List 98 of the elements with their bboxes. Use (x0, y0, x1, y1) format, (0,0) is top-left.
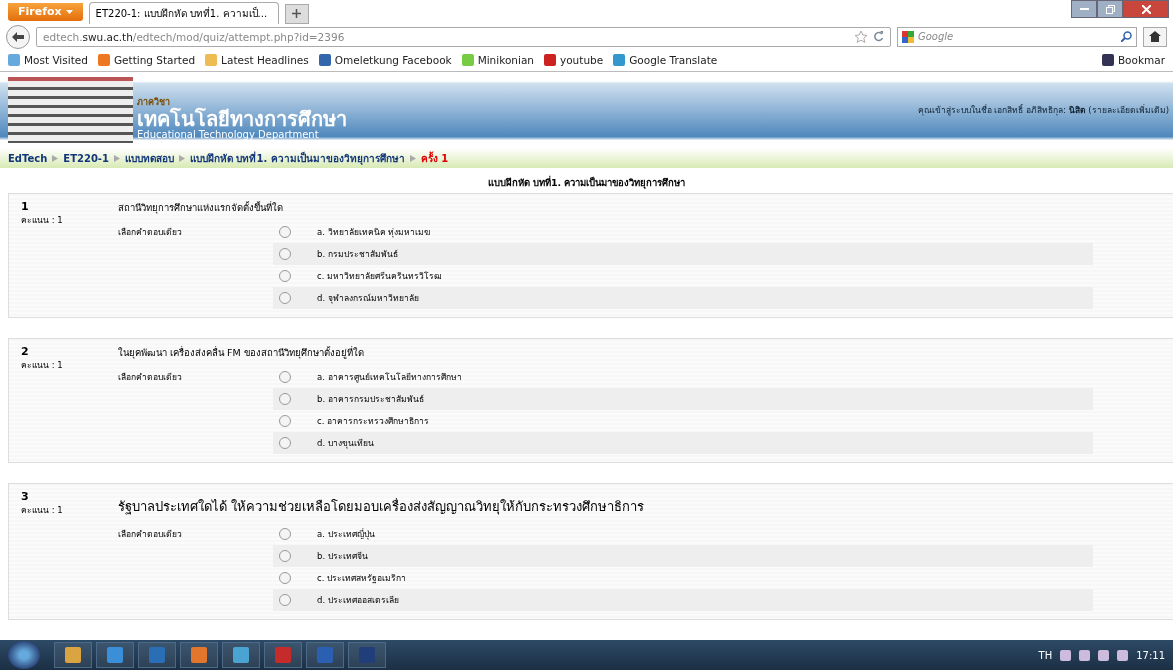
breadcrumb-arrow-icon (178, 154, 185, 162)
taskbar-app-button[interactable] (138, 642, 176, 668)
app-icon (107, 647, 123, 663)
app-icon (275, 647, 291, 663)
answer-option[interactable]: b. กรมประชาสัมพันธ์ (273, 243, 1093, 265)
taskbar-app-button[interactable] (54, 642, 92, 668)
logo-subtitle: ภาควิชา (137, 95, 170, 107)
taskbar-app-button[interactable] (180, 642, 218, 668)
language-indicator[interactable]: TH (1038, 649, 1053, 661)
search-field[interactable]: Google (897, 26, 1137, 47)
radio-button[interactable] (279, 594, 291, 606)
tray-icon[interactable] (1060, 649, 1072, 661)
more-details-link[interactable]: (รายละเอียดเพิ่มเติม) (1088, 105, 1169, 116)
radio-button[interactable] (279, 226, 291, 238)
radio-button[interactable] (279, 528, 291, 540)
question-score: คะแนน : 1 (21, 214, 64, 227)
answer-option[interactable]: c. อาคารกระทรวงศึกษาธิการ (273, 410, 1093, 432)
answer-option[interactable]: b. อาคารกรมประชาสัมพันธ์ (273, 388, 1093, 410)
radio-button[interactable] (279, 270, 291, 282)
answer-option[interactable]: c. ประเทศสหรัฐอเมริกา (273, 567, 1093, 589)
close-button[interactable] (1123, 0, 1169, 18)
bookmark-link[interactable]: Latest Headlines (205, 54, 309, 67)
question-number: 2 (21, 345, 30, 358)
home-icon (1149, 31, 1161, 43)
breadcrumb-arrow-icon (113, 154, 120, 162)
answer-option[interactable]: d. จุฬาลงกรณ์มหาวิทยาลัย (273, 287, 1093, 309)
search-icon[interactable] (1121, 31, 1132, 43)
back-button[interactable] (6, 24, 30, 49)
question-number: 3 (21, 490, 30, 503)
bookmark-link[interactable]: Omeletkung Facebook (318, 54, 452, 67)
reload-icon[interactable] (873, 31, 884, 43)
radio-button[interactable] (279, 248, 291, 260)
minimize-icon (1079, 8, 1089, 10)
radio-button[interactable] (279, 550, 291, 562)
address-bar[interactable]: edtech.swu.ac.th/edtech/mod/quiz/attempt.php?id=2396 (36, 26, 891, 47)
bookmarks-menu[interactable]: Bookmar (1101, 54, 1165, 67)
answer-option[interactable]: a. อาคารศูนย์เทคโนโลยีทางการศึกษา (273, 366, 1093, 388)
clock[interactable]: 17:11 (1136, 649, 1165, 661)
tray-icon[interactable] (1117, 649, 1129, 661)
question-score: คะแนน : 1 (21, 359, 64, 372)
tray-icon[interactable] (1079, 649, 1091, 661)
google-icon (902, 30, 914, 43)
breadcrumb-link[interactable]: ครั้ง 1 (420, 150, 449, 166)
answer-instruction: เลือกคำตอบเดียว (118, 371, 183, 384)
answer-option[interactable]: b. ประเทศจีน (273, 545, 1093, 567)
breadcrumb-link[interactable]: EdTech (8, 152, 48, 164)
back-arrow-icon (12, 31, 24, 42)
plus-icon (292, 9, 302, 19)
restore-button[interactable] (1097, 0, 1123, 18)
breadcrumb-link[interactable]: แบบทดสอบ (124, 150, 174, 166)
bookmark-link[interactable]: Minikonian (461, 54, 534, 67)
radio-button[interactable] (279, 572, 291, 584)
star-icon[interactable] (855, 30, 867, 43)
taskbar-app-button[interactable] (222, 642, 260, 668)
breadcrumb-arrow-icon (409, 154, 416, 162)
restore-icon (1105, 4, 1115, 14)
question-text: สถานีวิทยุการศึกษาแห่งแรกจัดตั้งขึ้นที่ใด (118, 200, 284, 215)
app-icon (317, 647, 333, 663)
answer-option[interactable]: a. ประเทศญี่ปุ่น (273, 523, 1093, 545)
bookmark-link[interactable]: Most Visited (8, 54, 88, 67)
app-icon (233, 647, 249, 663)
caret-icon (65, 9, 73, 14)
answer-option[interactable]: c. มหาวิทยาลัยศรีนครินทรวิโรฒ (273, 265, 1093, 287)
question-text: ในยุคพัฒนา เครื่องส่งคลื่น FM ของสถานีวิทยุศึกษาตั้งอยู่ที่ใด (118, 345, 365, 360)
taskbar-app-button[interactable] (96, 642, 134, 668)
question-text: รัฐบาลประเทศใดได้ ให้ความช่วยเหลือโดยมอบเครื่องส่งสัญญาณวิทยุให้กับกระทรวงศึกษาธิการ (118, 497, 646, 517)
radio-button[interactable] (279, 437, 291, 449)
answer-option[interactable]: a. วิทยาลัยเทคนิค ทุ่งมหาเมฆ (273, 221, 1093, 243)
answer-instruction: เลือกคำตอบเดียว (118, 528, 183, 541)
question-score: คะแนน : 1 (21, 504, 64, 517)
quiz-title: แบบฝึกหัด บทที่1. ความเป็นมาของวิทยุการศึกษา (486, 174, 687, 191)
breadcrumb-arrow-icon (52, 154, 59, 162)
start-button[interactable] (8, 641, 40, 669)
answer-option[interactable]: d. ประเทศออสเตรเลีย (273, 589, 1093, 611)
app-icon (191, 647, 207, 663)
close-icon (1141, 4, 1151, 14)
breadcrumb-link[interactable]: แบบฝึกหัด บทที่1. ความเป็นมาของวิทยุการศึกษา (189, 150, 405, 166)
bookmark-link[interactable]: youtube (544, 54, 604, 67)
logo-caption: Educational Technology Department (137, 128, 320, 140)
bookmark-link[interactable]: Getting Started (97, 54, 196, 67)
new-tab-button[interactable] (284, 3, 309, 24)
login-info: คุณเข้าสู่ระบบในชื่อ เอกสิทธิ์ อภิสิทธิกุล: นิสิต (รายละเอียดเพิ่มเติม) (917, 103, 1169, 118)
browser-tab[interactable]: ET220-1: แบบฝึกหัด บทที่1. ความเป็... (88, 1, 279, 24)
breadcrumb-link[interactable]: ET220-1 (63, 152, 109, 164)
home-button[interactable] (1143, 26, 1167, 47)
question-number: 1 (21, 200, 30, 213)
tray-icon[interactable] (1098, 649, 1110, 661)
app-icon (65, 647, 81, 663)
bookmark-link[interactable]: Google Translate (613, 54, 718, 67)
radio-button[interactable] (279, 292, 291, 304)
radio-button[interactable] (279, 415, 291, 427)
radio-button[interactable] (279, 393, 291, 405)
app-icon (149, 647, 165, 663)
minimize-button[interactable] (1071, 0, 1097, 18)
app-icon (359, 647, 375, 663)
answer-option[interactable]: d. บางขุนเทียน (273, 432, 1093, 454)
answer-instruction: เลือกคำตอบเดียว (118, 226, 183, 239)
radio-button[interactable] (279, 371, 291, 383)
